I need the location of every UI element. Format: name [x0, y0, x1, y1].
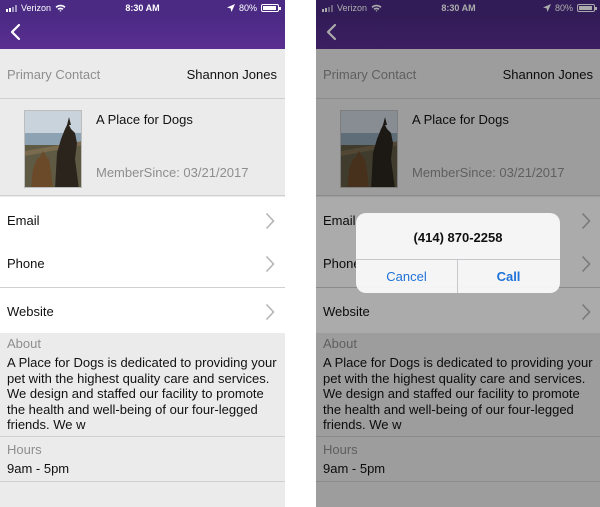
chevron-right-icon — [265, 255, 275, 273]
email-row[interactable]: Email — [0, 197, 285, 245]
hours-label: Hours — [7, 442, 42, 457]
phone-screen-detail: Verizon 8:30 AM 80% Primary Contact Shan… — [0, 0, 285, 507]
hours-value: 9am - 5pm — [7, 461, 70, 476]
battery-icon — [261, 4, 281, 12]
chevron-right-icon — [265, 212, 275, 230]
about-label: About — [7, 336, 41, 351]
battery-percent: 80% — [238, 3, 257, 13]
phone-row[interactable]: Phone — [0, 240, 285, 288]
call-button[interactable]: Call — [458, 260, 559, 293]
location-arrow-icon — [226, 4, 235, 12]
about-text: A Place for Dogs is dedicated to providi… — [7, 355, 277, 432]
email-label: Email — [7, 213, 40, 228]
call-alert-dialog: (414) 870-2258 Cancel Call — [356, 213, 560, 293]
alert-phone-number: (414) 870-2258 — [413, 230, 503, 245]
divider — [0, 481, 285, 482]
status-bar: Verizon 8:30 AM 80% — [0, 0, 285, 16]
primary-contact-label: Primary Contact — [7, 67, 101, 82]
dog-photo — [24, 110, 82, 188]
website-label: Website — [7, 304, 54, 319]
divider — [0, 436, 285, 437]
phone-screen-call-alert: Verizon 8:30 AM 80% Primary Contact Shan… — [316, 0, 600, 507]
primary-contact-name: Shannon Jones — [186, 67, 277, 82]
business-name: A Place for Dogs — [96, 112, 193, 127]
nav-bar — [0, 16, 285, 49]
chevron-right-icon — [265, 303, 275, 321]
status-right: 80% — [226, 3, 281, 13]
member-since: MemberSince: 03/21/2017 — [96, 165, 249, 180]
website-row[interactable]: Website — [0, 288, 285, 336]
cancel-button[interactable]: Cancel — [356, 260, 457, 293]
primary-contact-row: Primary Contact Shannon Jones — [0, 49, 285, 99]
about-section: About A Place for Dogs is dedicated to p… — [0, 333, 285, 507]
phone-label: Phone — [7, 256, 45, 271]
profile-row: A Place for Dogs MemberSince: 03/21/2017 — [0, 100, 285, 196]
back-chevron-icon[interactable] — [6, 22, 26, 42]
